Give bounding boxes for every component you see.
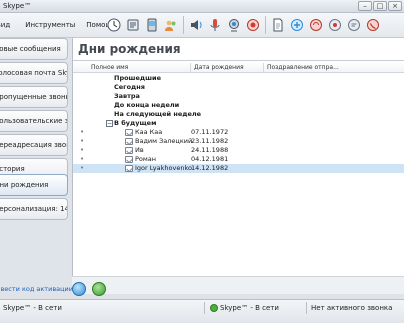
sync-icon[interactable] (308, 16, 324, 34)
chat-icon[interactable] (346, 16, 362, 34)
contact-row[interactable]: • Каа Каа 07.11.1972 (73, 128, 404, 137)
heading-divider (73, 60, 404, 61)
contact-avatar-icon (125, 138, 133, 145)
close-button[interactable]: × (388, 1, 402, 11)
contact-avatar-icon (125, 129, 133, 136)
contact-avatar-icon (125, 165, 133, 172)
call-button[interactable] (92, 282, 106, 296)
microphone-icon[interactable] (207, 16, 223, 34)
column-greeting-sent[interactable]: Поздравление отпра... (267, 64, 339, 71)
row-bullet: • (80, 164, 85, 172)
group-row[interactable]: Завтра (73, 92, 404, 101)
toolbar-separator (265, 16, 266, 34)
document-icon[interactable] (270, 16, 286, 34)
toolbar (106, 16, 381, 34)
contact-birth-date: 23.11.1982 (191, 137, 229, 145)
call-icon[interactable] (365, 16, 381, 34)
contact-birth-date: 14.12.1982 (191, 164, 229, 172)
maximize-button[interactable]: □ (373, 1, 387, 11)
sound-icon[interactable] (188, 16, 204, 34)
group-row[interactable]: На следующей неделе (73, 110, 404, 119)
window-controls: – □ × (358, 1, 402, 11)
clock-icon[interactable] (106, 16, 122, 34)
contact-name: Роман (135, 155, 157, 163)
status-right: Нет активного звонка (311, 304, 393, 312)
sidebar: Новые сообщения Голосовая почта Skype Пр… (0, 38, 73, 294)
stop-icon[interactable] (327, 16, 343, 34)
group-label: В будущем (114, 119, 157, 127)
row-bullet: • (80, 137, 85, 145)
chat-button[interactable] (72, 282, 86, 296)
group-row[interactable]: До конца недели (73, 101, 404, 110)
contact-birth-date: 07.11.1972 (191, 128, 229, 136)
contact-row[interactable]: • Ив 24.11.1988 (73, 146, 404, 155)
group-label: На следующей неделе (114, 110, 202, 118)
sidebar-item-call-forwarding[interactable]: Переадресация звонков (0, 134, 68, 156)
row-bullet: • (80, 146, 85, 154)
group-label: Сегодня (114, 83, 145, 91)
contact-row[interactable]: • Роман 04.12.1981 (73, 155, 404, 164)
contact-birth-date: 04.12.1981 (191, 155, 229, 163)
sidebar-item-personalization[interactable]: Персонализация: 145 (0, 198, 68, 220)
users-icon[interactable] (163, 16, 179, 34)
row-bullet: • (80, 128, 85, 136)
status-separator (306, 302, 307, 314)
sidebar-item-missed-calls[interactable]: Пропущенные звонки (0, 86, 68, 108)
minimize-button[interactable]: – (358, 1, 372, 11)
contact-row-selected[interactable]: • Igor Lyakhovenko 14.12.1982 (73, 164, 404, 173)
title-bar: Skype™ – □ × (0, 0, 404, 13)
page-title: Дни рождения (78, 42, 181, 56)
menu-bar: Вид Инструменты Помощь (0, 13, 404, 38)
group-row[interactable]: Сегодня (73, 83, 404, 92)
menu-tools[interactable]: Инструменты (22, 21, 83, 29)
record-icon[interactable] (245, 16, 261, 34)
add-contact-icon[interactable] (289, 16, 305, 34)
row-bullet: • (80, 155, 85, 163)
online-status-icon (210, 304, 218, 312)
sidebar-item-user-notes[interactable]: Пользовательские записи (0, 110, 68, 132)
menu-view[interactable]: Вид (0, 21, 22, 29)
status-separator (204, 302, 205, 314)
contact-birth-date: 24.11.1988 (191, 146, 229, 154)
group-row[interactable]: − В будущем (73, 119, 404, 128)
contact-name: Каа Каа (135, 128, 163, 136)
column-birth-date[interactable]: Дата рождения (194, 64, 244, 71)
status-left[interactable]: Skype™ - В сети (3, 304, 62, 312)
column-divider (263, 63, 264, 72)
toolbar-separator (183, 16, 184, 34)
sidebar-item-new-messages[interactable]: Новые сообщения (0, 38, 68, 60)
activate-code-link[interactable]: Ввести код активации (0, 285, 77, 293)
contact-avatar-icon (125, 156, 133, 163)
group-label: До конца недели (114, 101, 180, 109)
group-row[interactable]: Прошедшие (73, 74, 404, 83)
group-label: Завтра (114, 92, 140, 100)
sms-icon[interactable] (144, 16, 160, 34)
main-panel: Дни рождения Полное имя Дата рождения По… (72, 38, 404, 294)
status-middle[interactable]: Skype™ - В сети (220, 304, 279, 312)
column-full-name[interactable]: Полное имя (91, 64, 128, 71)
column-header: Полное имя Дата рождения Поздравление от… (73, 62, 404, 73)
contact-name: Igor Lyakhovenko (135, 164, 192, 172)
status-bar: Skype™ - В сети Skype™ - В сети Нет акти… (0, 299, 404, 323)
contact-row[interactable]: • Вадим Залецкий 23.11.1982 (73, 137, 404, 146)
contact-avatar-icon (125, 147, 133, 154)
sidebar-item-birthdays[interactable]: Дни рождения (0, 174, 68, 196)
webcam-icon[interactable] (226, 16, 242, 34)
contacts-icon[interactable] (125, 16, 141, 34)
column-divider (190, 63, 191, 72)
group-label: Прошедшие (114, 74, 161, 82)
contact-name: Ив (135, 146, 144, 154)
action-bar (72, 276, 404, 294)
contact-name: Вадим Залецкий (135, 137, 193, 145)
collapse-toggle[interactable]: − (106, 120, 113, 127)
sidebar-item-voicemail[interactable]: Голосовая почта Skype (0, 62, 68, 84)
window-title: Skype™ (3, 2, 32, 10)
